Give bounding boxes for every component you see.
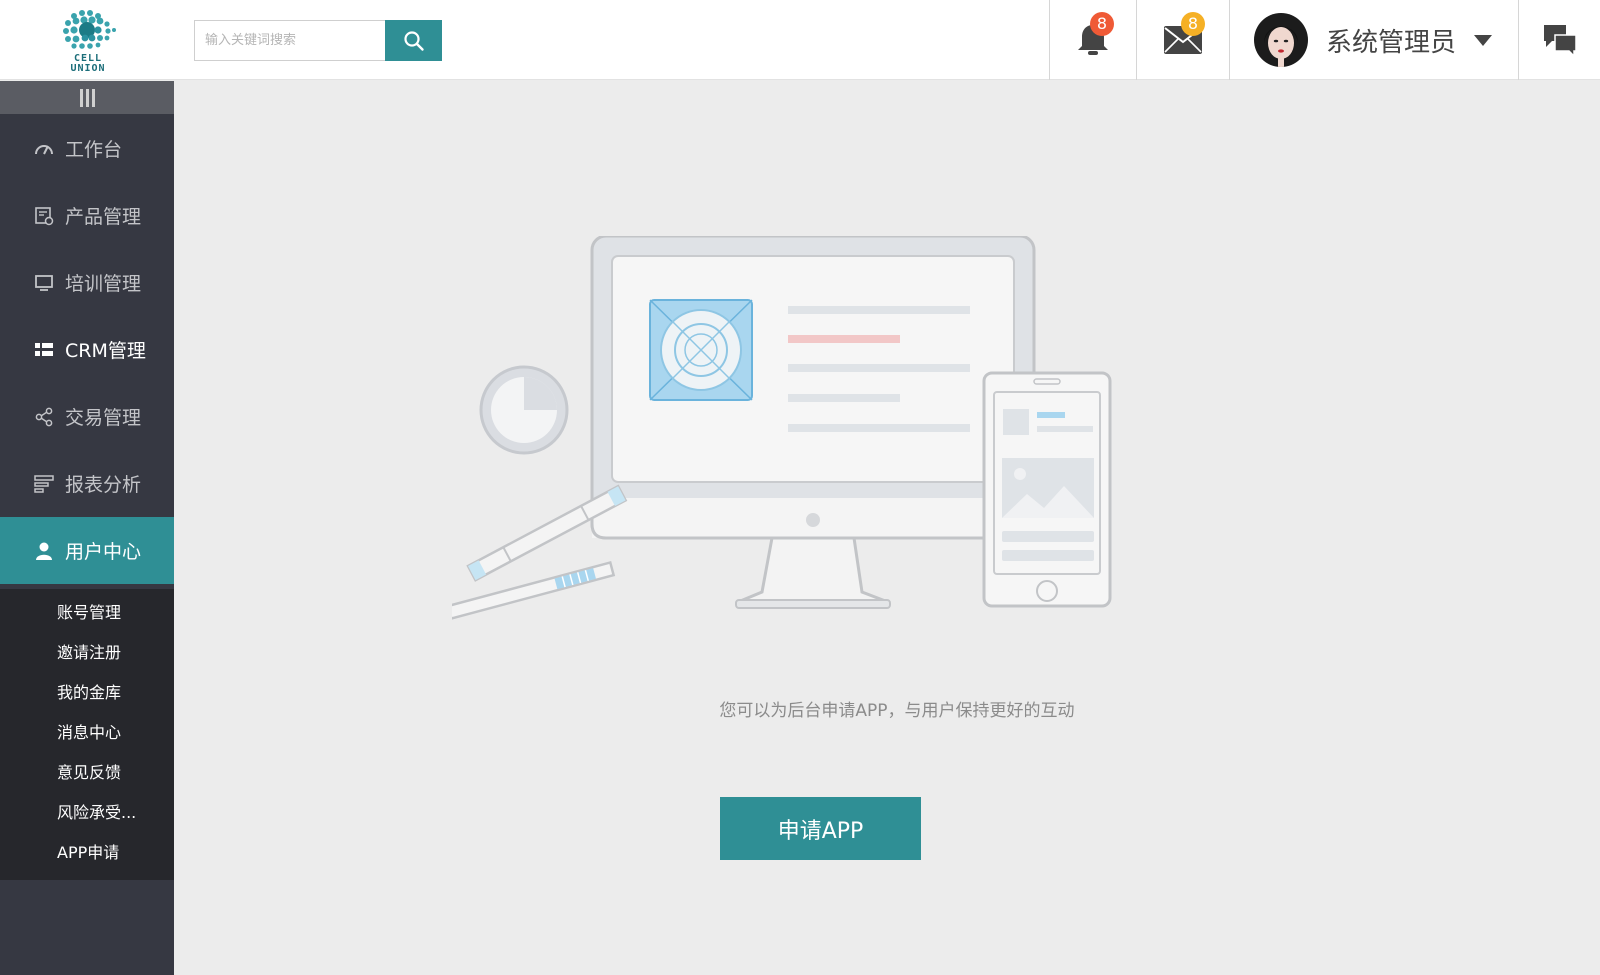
sidebar-item-user-center[interactable]: 用户中心 [0, 517, 174, 584]
submenu-item-risk[interactable]: 风险承受... [57, 793, 167, 833]
user-menu[interactable]: 系统管理员 [1230, 0, 1518, 80]
monitor-illustration [590, 236, 1036, 609]
sidebar-item-training[interactable]: 培训管理 [0, 249, 174, 316]
pie-chart-icon [479, 365, 569, 455]
gauge-icon [33, 138, 55, 160]
sidebar-item-reports[interactable]: 报表分析 [0, 450, 174, 517]
grid-icon [33, 339, 55, 361]
apply-app-button[interactable]: 申请APP [720, 797, 921, 860]
logo-text-line2: UNION [70, 63, 106, 74]
sidebar-item-label: 培训管理 [65, 273, 142, 295]
submenu-item-vault[interactable]: 我的金库 [57, 673, 167, 713]
phone-illustration [982, 371, 1112, 608]
sidebar-item-label: 产品管理 [65, 206, 142, 228]
apply-app-message: 您可以为后台申请APP，与用户保持更好的互动 [719, 701, 1075, 721]
submenu-item-app-apply[interactable]: APP申请 [57, 833, 167, 873]
avatar [1254, 13, 1308, 67]
sidebar: 工作台 产品管理 培训管理 CRM管理 交易管理 报表分析 用户中心 账号管理 … [0, 81, 174, 975]
report-icon [33, 473, 55, 495]
notifications-badge: 8 [1090, 12, 1114, 36]
logo-mark-icon [63, 10, 116, 49]
sidebar-item-products[interactable]: 产品管理 [0, 182, 174, 249]
search-box [194, 20, 442, 61]
submenu-item-invite[interactable]: 邀请注册 [57, 633, 167, 673]
submenu-item-messages[interactable]: 消息中心 [57, 713, 167, 753]
cell-union-logo[interactable]: CELL UNION [52, 8, 124, 74]
messages-badge: 8 [1181, 12, 1205, 36]
sidebar-item-label: 工作台 [65, 139, 123, 161]
product-list-icon [33, 205, 55, 227]
sidebar-item-trading[interactable]: 交易管理 [0, 383, 174, 450]
main-content: 您可以为后台申请APP，与用户保持更好的互动 申请APP [174, 81, 1600, 975]
chat-button[interactable] [1519, 0, 1600, 80]
messages-button[interactable]: 8 [1137, 0, 1229, 80]
search-input[interactable] [194, 20, 386, 61]
sidebar-collapse-toggle[interactable] [0, 81, 174, 114]
notifications-button[interactable]: 8 [1050, 0, 1136, 80]
top-header: CELL UNION 8 8 [0, 0, 1600, 80]
user-name: 系统管理员 [1326, 27, 1457, 58]
user-center-submenu: 账号管理 邀请注册 我的金库 消息中心 意见反馈 风险承受... APP申请 [0, 589, 174, 880]
sidebar-item-crm[interactable]: CRM管理 [0, 316, 174, 383]
devices-illustration [452, 236, 1112, 621]
avatar-image [1254, 13, 1308, 67]
search-button[interactable] [385, 20, 442, 61]
sidebar-item-label: CRM管理 [65, 340, 146, 362]
logo-text: CELL UNION [52, 54, 124, 74]
chevron-down-icon [1474, 34, 1493, 46]
user-icon [33, 540, 55, 562]
sidebar-item-label: 交易管理 [65, 407, 142, 429]
sidebar-item-dashboard[interactable]: 工作台 [0, 115, 174, 182]
sidebar-item-label: 用户中心 [65, 541, 142, 563]
monitor-icon [33, 272, 55, 294]
sidebar-item-label: 报表分析 [65, 474, 142, 496]
chat-bubbles-icon [1543, 25, 1577, 57]
submenu-item-account[interactable]: 账号管理 [57, 593, 167, 633]
pens-illustration [452, 484, 628, 621]
submenu-item-feedback[interactable]: 意见反馈 [57, 753, 167, 793]
search-icon [403, 30, 424, 51]
share-icon [33, 406, 55, 428]
